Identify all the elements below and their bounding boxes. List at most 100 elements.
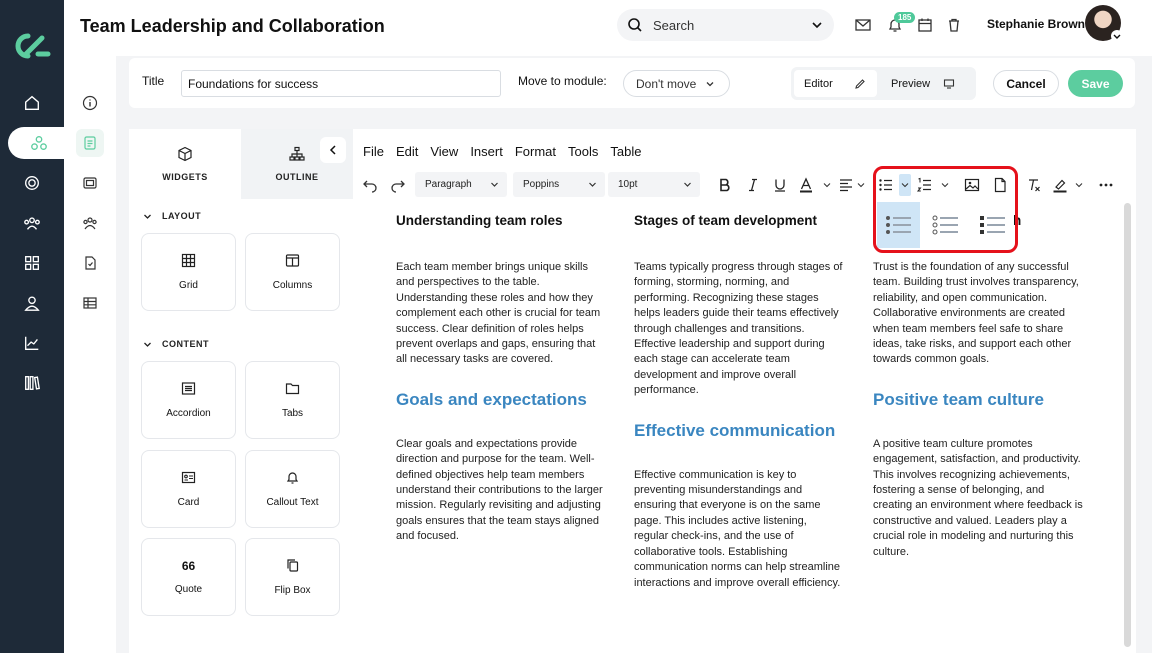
column-paragraph: Trust is the foundation of any successfu… [873, 261, 1079, 366]
column-heading: Stages of team development [634, 213, 818, 228]
document-icon[interactable] [76, 249, 104, 277]
users-group-icon[interactable] [12, 207, 52, 239]
content-column-2[interactable]: Stages of team development Teams typical… [634, 212, 844, 591]
chevron-down-icon[interactable] [810, 18, 824, 32]
notification-badge: 185 [894, 12, 916, 23]
widget-quote-label: Quote [174, 584, 203, 595]
menu-insert[interactable]: Insert [470, 144, 503, 159]
chevron-down-icon[interactable] [1075, 181, 1083, 189]
menu-file[interactable]: File [363, 144, 384, 159]
column-paragraph: Each team member brings unique skills an… [396, 261, 601, 366]
grid-icon [181, 253, 196, 268]
main-nav-rail [0, 0, 70, 653]
widget-flip-box[interactable]: Flip Box [245, 538, 340, 616]
calendar-icon[interactable] [916, 16, 934, 34]
widget-grid[interactable]: Grid [141, 233, 236, 311]
widget-quote[interactable]: 66 Quote [141, 538, 236, 616]
redo-icon[interactable] [390, 177, 406, 193]
module-label: Move to module: [518, 74, 607, 88]
column-paragraph: Effective communication is key to preven… [634, 468, 841, 589]
network-icon[interactable] [8, 127, 70, 159]
cube-icon [178, 146, 192, 162]
module-select[interactable]: Don't move [623, 70, 730, 97]
monitor-icon [943, 78, 955, 89]
widget-panel: WIDGETS OUTLINE LAYOUT Grid Columns CONT… [129, 129, 353, 653]
info-icon[interactable] [76, 89, 104, 117]
page-editor-icon[interactable] [76, 129, 104, 157]
menu-edit[interactable]: Edit [396, 144, 418, 159]
preview-mode-label: Preview [891, 77, 931, 90]
gallery-icon[interactable] [76, 169, 104, 197]
cancel-button[interactable]: Cancel [993, 70, 1059, 97]
align-icon[interactable] [838, 177, 854, 193]
editor-menubar: File Edit View Insert Format Tools Table [363, 144, 641, 159]
title-label: Title [142, 74, 165, 88]
menu-table[interactable]: Table [610, 144, 641, 159]
quote-icon: 66 [181, 559, 196, 573]
page-title: Team Leadership and Collaboration [80, 16, 385, 36]
editor-toolbar: Paragraph Poppins 10pt [353, 169, 1136, 201]
underline-icon[interactable] [772, 177, 788, 193]
widget-grid-label: Grid [179, 280, 198, 291]
search-input[interactable] [653, 17, 803, 33]
widget-card[interactable]: Card [141, 450, 236, 528]
brand-logo-icon[interactable] [12, 30, 52, 62]
bell-icon [286, 472, 299, 484]
section-layout[interactable]: LAYOUT [143, 211, 201, 221]
widget-tabs[interactable]: Tabs [245, 361, 340, 439]
section-content[interactable]: CONTENT [143, 339, 209, 349]
grid-apps-icon[interactable] [12, 247, 52, 279]
editor-mode-button[interactable]: Editor [794, 70, 877, 97]
font-size-select[interactable]: 10pt [608, 172, 700, 197]
mail-icon[interactable] [854, 16, 872, 34]
menu-tools[interactable]: Tools [568, 144, 598, 159]
trash-icon[interactable] [945, 16, 963, 34]
home-icon[interactable] [12, 87, 52, 119]
widget-columns[interactable]: Columns [245, 233, 340, 311]
widget-flip-box-label: Flip Box [274, 585, 311, 596]
tab-widgets[interactable]: WIDGETS [129, 129, 241, 199]
more-icon[interactable] [1098, 177, 1114, 193]
search-icon [628, 18, 642, 32]
undo-icon[interactable] [362, 177, 378, 193]
clear-formatting-icon[interactable] [1026, 177, 1042, 193]
tab-outline-label: OUTLINE [275, 172, 319, 182]
save-button[interactable]: Save [1068, 70, 1123, 97]
content-column-3[interactable]: h Trust is the foundation of any success… [873, 212, 1083, 560]
chevron-down-icon[interactable] [823, 181, 831, 189]
content-column-1[interactable]: Understanding team roles Each team membe… [396, 212, 606, 545]
font-family-select[interactable]: Poppins [513, 172, 605, 197]
italic-icon[interactable] [745, 177, 761, 193]
chevron-down-icon[interactable] [857, 181, 865, 189]
menu-view[interactable]: View [430, 144, 458, 159]
user-icon[interactable] [12, 287, 52, 319]
chevron-down-icon [491, 182, 498, 187]
module-select-value: Don't move [636, 76, 697, 91]
title-input[interactable] [181, 70, 501, 97]
highlight-icon[interactable] [1052, 177, 1068, 193]
preview-mode-button[interactable]: Preview [887, 70, 972, 97]
chevron-down-icon [144, 214, 151, 219]
editor-scrollbar[interactable] [1124, 203, 1131, 647]
table-icon[interactable] [76, 289, 104, 317]
team-icon[interactable] [76, 209, 104, 237]
widget-callout-text[interactable]: Callout Text [245, 450, 340, 528]
chart-line-icon[interactable] [12, 327, 52, 359]
font-size-value: 10pt [618, 179, 638, 190]
bold-icon[interactable] [717, 177, 733, 193]
menu-format[interactable]: Format [515, 144, 556, 159]
search-box[interactable] [617, 9, 834, 41]
column-subheading: Goals and expectations [396, 389, 587, 409]
collapse-panel-button[interactable] [320, 137, 346, 163]
rich-text-editor: File Edit View Insert Format Tools Table… [353, 129, 1136, 653]
avatar-chevron-icon[interactable] [1111, 30, 1123, 42]
library-icon[interactable] [12, 367, 52, 399]
text-color-icon[interactable] [798, 177, 814, 193]
chevron-down-icon [706, 81, 714, 86]
block-format-value: Paragraph [425, 179, 472, 190]
chevron-down-icon [589, 182, 596, 187]
widget-accordion[interactable]: Accordion [141, 361, 236, 439]
id-card-icon [181, 471, 196, 484]
target-icon[interactable] [12, 167, 52, 199]
block-format-select[interactable]: Paragraph [415, 172, 507, 197]
